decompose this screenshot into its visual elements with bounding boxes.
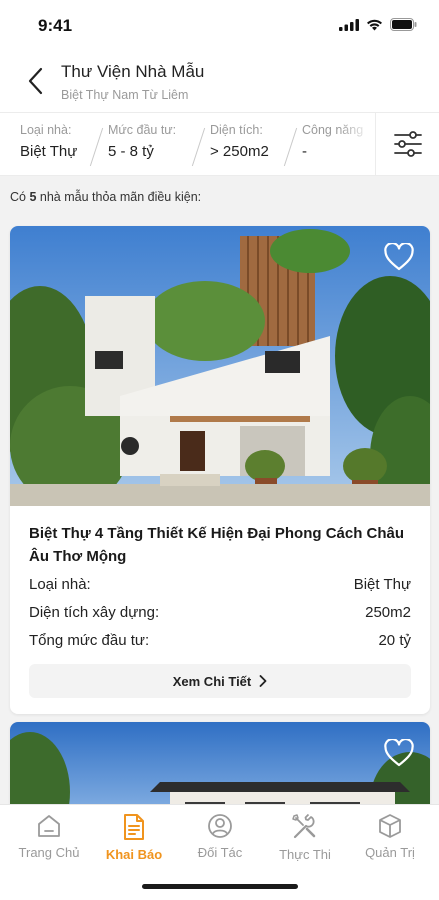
status-icons	[339, 18, 417, 31]
favorite-button[interactable]	[382, 240, 416, 274]
nav-label: Khai Báo	[105, 847, 163, 862]
home-icon	[38, 815, 60, 837]
battery-icon	[390, 18, 417, 31]
info-row-investment: Tổng mức đầu tư: 20 tỷ	[29, 630, 411, 652]
view-detail-label: Xem Chi Tiết	[172, 673, 252, 689]
result-prefix: Có	[10, 190, 26, 204]
filter-divider	[283, 127, 298, 167]
home-indicator	[142, 884, 298, 889]
house-image[interactable]	[10, 226, 430, 506]
nav-label: Quản Trị	[365, 845, 415, 860]
info-value: 20 tỷ	[378, 632, 411, 649]
nav-item-declare[interactable]: Khai Báo	[90, 813, 178, 869]
nav-label: Trang Chủ	[18, 845, 80, 860]
filter-settings-button[interactable]	[375, 113, 439, 175]
page-title: Thư Viện Nhà Mẫu	[61, 62, 205, 81]
result-suffix: nhà mẫu thỏa mãn điều kiện:	[39, 190, 202, 204]
sliders-icon	[393, 131, 422, 157]
house-title: Biệt Thự 4 Tầng Thiết Kế Hiện Đại Phong …	[29, 525, 405, 565]
cube-icon	[379, 814, 401, 838]
info-row-area: Diện tích xây dựng: 250m2	[29, 602, 411, 624]
info-value: Biệt Thự	[353, 576, 411, 593]
status-bar: 9:41	[0, 0, 439, 50]
filter-divider	[89, 127, 104, 167]
nav-label: Đối Tác	[197, 845, 243, 860]
nav-item-admin[interactable]: Quản Trị	[346, 813, 434, 869]
filter-value: Biệt Thự	[20, 143, 78, 160]
tools-icon	[292, 813, 316, 839]
info-row-type: Loại nhà: Biệt Thự	[29, 574, 411, 596]
filter-value: 5 - 8 tỷ	[108, 143, 154, 160]
result-number: 5	[29, 190, 37, 204]
user-circle-icon	[208, 814, 232, 838]
back-button[interactable]	[20, 64, 50, 98]
filter-value: > 250m2	[210, 143, 269, 160]
document-icon	[124, 814, 144, 840]
header: Thư Viện Nhà Mẫu Biệt Thự Nam Từ Liêm	[0, 50, 439, 112]
chevron-right-icon	[259, 675, 267, 687]
signal-icon	[339, 18, 359, 31]
favorite-button[interactable]	[382, 736, 416, 770]
filter-divider	[191, 127, 206, 167]
wifi-icon	[367, 19, 382, 30]
status-time: 9:41	[38, 16, 73, 35]
info-label: Loại nhà:	[29, 576, 91, 593]
filter-fade	[338, 113, 372, 175]
heart-outline-icon	[384, 739, 414, 767]
filter-investment[interactable]: Mức đầu tư: 5 - 8 tỷ	[108, 123, 176, 169]
filter-label: Loại nhà:	[20, 123, 72, 137]
filter-bar: Loại nhà: Biệt Thự Mức đầu tư: 5 - 8 tỷ …	[0, 112, 439, 176]
nav-item-home[interactable]: Trang Chủ	[5, 813, 93, 869]
info-label: Tổng mức đầu tư:	[29, 632, 150, 649]
filter-label: Diện tích:	[210, 123, 263, 137]
info-label: Diện tích xây dựng:	[29, 604, 160, 621]
filter-house-type[interactable]: Loại nhà: Biệt Thự	[20, 123, 77, 169]
house-card[interactable]: Biệt Thự 4 Tầng Thiết Kế Hiện Đại Phong …	[10, 226, 430, 714]
filter-area[interactable]: Diện tích: > 250m2	[210, 123, 269, 169]
chevron-left-icon	[28, 67, 43, 95]
result-count: Có 5 nhà mẫu thỏa mãn điều kiện:	[10, 190, 201, 204]
nav-label: Thực Thi	[279, 847, 331, 862]
info-value: 250m2	[365, 604, 411, 621]
nav-item-partners[interactable]: Đối Tác	[176, 813, 264, 869]
villa-photo	[10, 226, 430, 506]
card-body: Biệt Thự 4 Tầng Thiết Kế Hiện Đại Phong …	[10, 506, 430, 698]
view-detail-button[interactable]: Xem Chi Tiết	[29, 664, 411, 698]
nav-item-execute[interactable]: Thực Thi	[261, 813, 349, 869]
page-subtitle: Biệt Thự Nam Từ Liêm	[61, 88, 189, 102]
heart-outline-icon	[384, 243, 414, 271]
filter-label: Mức đầu tư:	[108, 123, 177, 137]
